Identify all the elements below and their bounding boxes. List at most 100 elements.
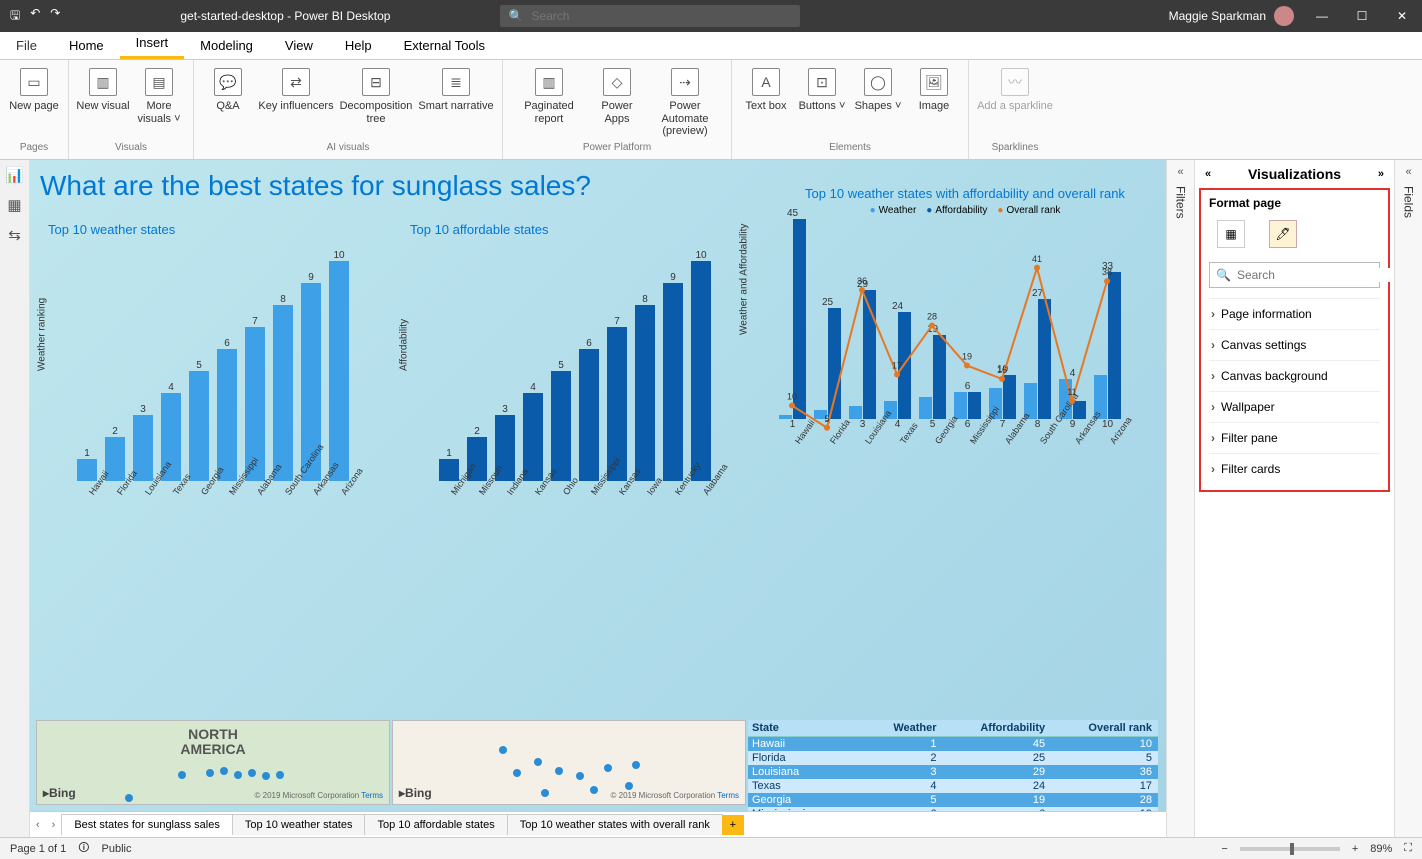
- col-weather[interactable]: Weather: [865, 720, 942, 737]
- table-row[interactable]: Hawaii14510: [748, 737, 1158, 752]
- combo-texas[interactable]: 244Texas: [881, 301, 914, 450]
- format-section-wallpaper[interactable]: Wallpaper: [1209, 391, 1380, 422]
- combo-georgia[interactable]: 195Georgia: [916, 324, 949, 450]
- table-row[interactable]: Mississippi6619: [748, 807, 1158, 811]
- ribbon-image[interactable]: 🖼Image: [906, 64, 962, 113]
- ribbon-shapes[interactable]: ◯Shapes ˅: [850, 64, 906, 113]
- ribbon-new-page-icon: ▭: [20, 68, 48, 96]
- map-na[interactable]: NORTH AMERICA Pacific Ocean ▸Bing © 2019…: [36, 720, 390, 805]
- tab-home[interactable]: Home: [53, 32, 120, 59]
- report-page[interactable]: What are the best states for sunglass sa…: [30, 160, 1166, 811]
- ribbon-buttons[interactable]: ⊡Buttons ˅: [794, 64, 850, 113]
- bar-florida[interactable]: 2Florida: [102, 426, 128, 501]
- chart-combo-legend: Weather Affordability Overall rank: [750, 205, 1166, 216]
- zoom-slider[interactable]: [1240, 847, 1340, 851]
- sensitivity-icon: 🛈: [78, 839, 89, 858]
- bar-michigan[interactable]: 1Michigan: [436, 448, 462, 501]
- ribbon-add-a-sparkline-icon: 〰: [1001, 68, 1029, 96]
- col-state[interactable]: State: [748, 720, 865, 737]
- map-terms-link[interactable]: Terms: [717, 791, 739, 800]
- search-input[interactable]: [531, 9, 792, 23]
- undo-icon[interactable]: ↶: [30, 6, 40, 27]
- state-ranking-table[interactable]: StateWeatherAffordabilityOverall rankHaw…: [748, 720, 1158, 811]
- bar-mississippi[interactable]: 6Mississippi: [576, 338, 602, 501]
- fields-pane-collapsed[interactable]: « Fields: [1394, 160, 1422, 837]
- format-search[interactable]: 🔍: [1209, 262, 1380, 288]
- expand-icon[interactable]: »: [1378, 168, 1384, 180]
- chart-afford[interactable]: 1Michigan2Missouri3Indiana4Kansas5Ohio6M…: [436, 241, 750, 501]
- page-tab-0[interactable]: Best states for sunglass sales: [61, 814, 233, 835]
- bar-hawaii[interactable]: 1Hawaii: [74, 448, 100, 501]
- combo-mississippi[interactable]: 66Mississippi: [951, 381, 984, 450]
- format-section-filter-cards[interactable]: Filter cards: [1209, 453, 1380, 484]
- page-tab-3[interactable]: Top 10 weather states with overall rank: [507, 814, 723, 835]
- map-us[interactable]: ▸Bing © 2019 Microsoft Corporation Terms: [392, 720, 746, 805]
- report-view[interactable]: 📊: [5, 166, 24, 184]
- format-section-page-information[interactable]: Page information: [1209, 298, 1380, 329]
- tab-file[interactable]: File: [0, 32, 53, 59]
- build-visual-tab[interactable]: ▦: [1217, 220, 1245, 248]
- format-search-input[interactable]: [1237, 268, 1392, 282]
- col-overall-rank[interactable]: Overall rank: [1051, 720, 1158, 737]
- ribbon-power-apps[interactable]: ◇Power Apps: [589, 64, 645, 125]
- tab-view[interactable]: View: [269, 32, 329, 59]
- data-view[interactable]: ▦: [7, 196, 21, 214]
- model-view[interactable]: ⇆: [8, 226, 21, 244]
- global-search[interactable]: 🔍: [500, 5, 800, 27]
- zoom-in-button[interactable]: +: [1352, 843, 1358, 855]
- save-icon[interactable]: 🖫: [10, 6, 20, 27]
- combo-south-carolina[interactable]: 278South Carolina: [1021, 288, 1054, 450]
- ribbon-more-visuals-icon: ▤: [145, 68, 173, 96]
- add-page-button[interactable]: +: [722, 815, 744, 835]
- ribbon-new-page[interactable]: ▭New page: [6, 64, 62, 113]
- bar-kansas[interactable]: 4Kansas: [520, 382, 546, 501]
- chart-combo[interactable]: 451Hawaii252Florida293Louisiana244Texas1…: [776, 220, 1166, 450]
- redo-icon[interactable]: ↷: [50, 6, 60, 27]
- tab-external-tools[interactable]: External Tools: [388, 32, 501, 59]
- ribbon-smart-narrative[interactable]: ≣Smart narrative: [416, 64, 496, 113]
- chevron-left-icon[interactable]: «: [1205, 168, 1211, 180]
- table-row[interactable]: Louisiana32936: [748, 765, 1158, 779]
- format-section-canvas-background[interactable]: Canvas background: [1209, 360, 1380, 391]
- ribbon-power-apps-icon: ◇: [603, 68, 631, 96]
- user-account[interactable]: Maggie Sparkman: [1169, 6, 1302, 26]
- page-tab-2[interactable]: Top 10 affordable states: [364, 814, 507, 835]
- bar-texas[interactable]: 4Texas: [158, 382, 184, 501]
- ribbon-more-visuals[interactable]: ▤More visuals ˅: [131, 64, 187, 125]
- ribbon-decomposition-tree[interactable]: ⊟Decomposition tree: [336, 64, 416, 125]
- bar-louisiana[interactable]: 3Louisiana: [130, 404, 156, 501]
- tab-help[interactable]: Help: [329, 32, 388, 59]
- minimize-button[interactable]: —: [1302, 9, 1342, 23]
- fit-to-page-icon[interactable]: ⛶: [1404, 842, 1412, 855]
- ribbon-text-box[interactable]: AText box: [738, 64, 794, 113]
- maximize-button[interactable]: ☐: [1342, 9, 1382, 23]
- combo-florida[interactable]: 252Florida: [811, 297, 844, 450]
- format-section-canvas-settings[interactable]: Canvas settings: [1209, 329, 1380, 360]
- bar-kentucky[interactable]: 9Kentucky: [660, 272, 686, 501]
- ribbon-q&a[interactable]: 💬Q&A: [200, 64, 256, 113]
- tab-insert[interactable]: Insert: [120, 29, 185, 59]
- ribbon-paginated-report[interactable]: ▥Paginated report: [509, 64, 589, 125]
- table-row[interactable]: Florida2255: [748, 751, 1158, 765]
- tab-modeling[interactable]: Modeling: [184, 32, 269, 59]
- ribbon-group-label: AI visuals: [327, 142, 370, 155]
- close-button[interactable]: ✕: [1382, 9, 1422, 23]
- page-prev[interactable]: ‹: [30, 819, 46, 831]
- ribbon-new-visual[interactable]: ▥New visual: [75, 64, 131, 113]
- ribbon-key-influencers[interactable]: ⇄Key influencers: [256, 64, 336, 113]
- table-row[interactable]: Georgia51928: [748, 793, 1158, 807]
- titlebar: 🖫 ↶ ↷ get-started-desktop - Power BI Des…: [0, 0, 1422, 32]
- zoom-out-button[interactable]: −: [1221, 843, 1227, 855]
- filters-pane-collapsed[interactable]: « Filters: [1166, 160, 1194, 837]
- page-next[interactable]: ›: [46, 819, 62, 831]
- map-terms-link[interactable]: Terms: [361, 791, 383, 800]
- combo-hawaii[interactable]: 451Hawaii: [776, 208, 809, 450]
- col-affordability[interactable]: Affordability: [943, 720, 1052, 737]
- bar-indiana[interactable]: 3Indiana: [492, 404, 518, 501]
- format-section-filter-pane[interactable]: Filter pane: [1209, 422, 1380, 453]
- table-row[interactable]: Texas42417: [748, 779, 1158, 793]
- ribbon-power-automate-(preview)[interactable]: ⇢Power Automate (preview): [645, 64, 725, 138]
- format-page-tab[interactable]: 🖊: [1269, 220, 1297, 248]
- page-tab-1[interactable]: Top 10 weather states: [232, 814, 366, 835]
- chart-weather[interactable]: 1Hawaii2Florida3Louisiana4Texas5Georgia6…: [74, 241, 388, 501]
